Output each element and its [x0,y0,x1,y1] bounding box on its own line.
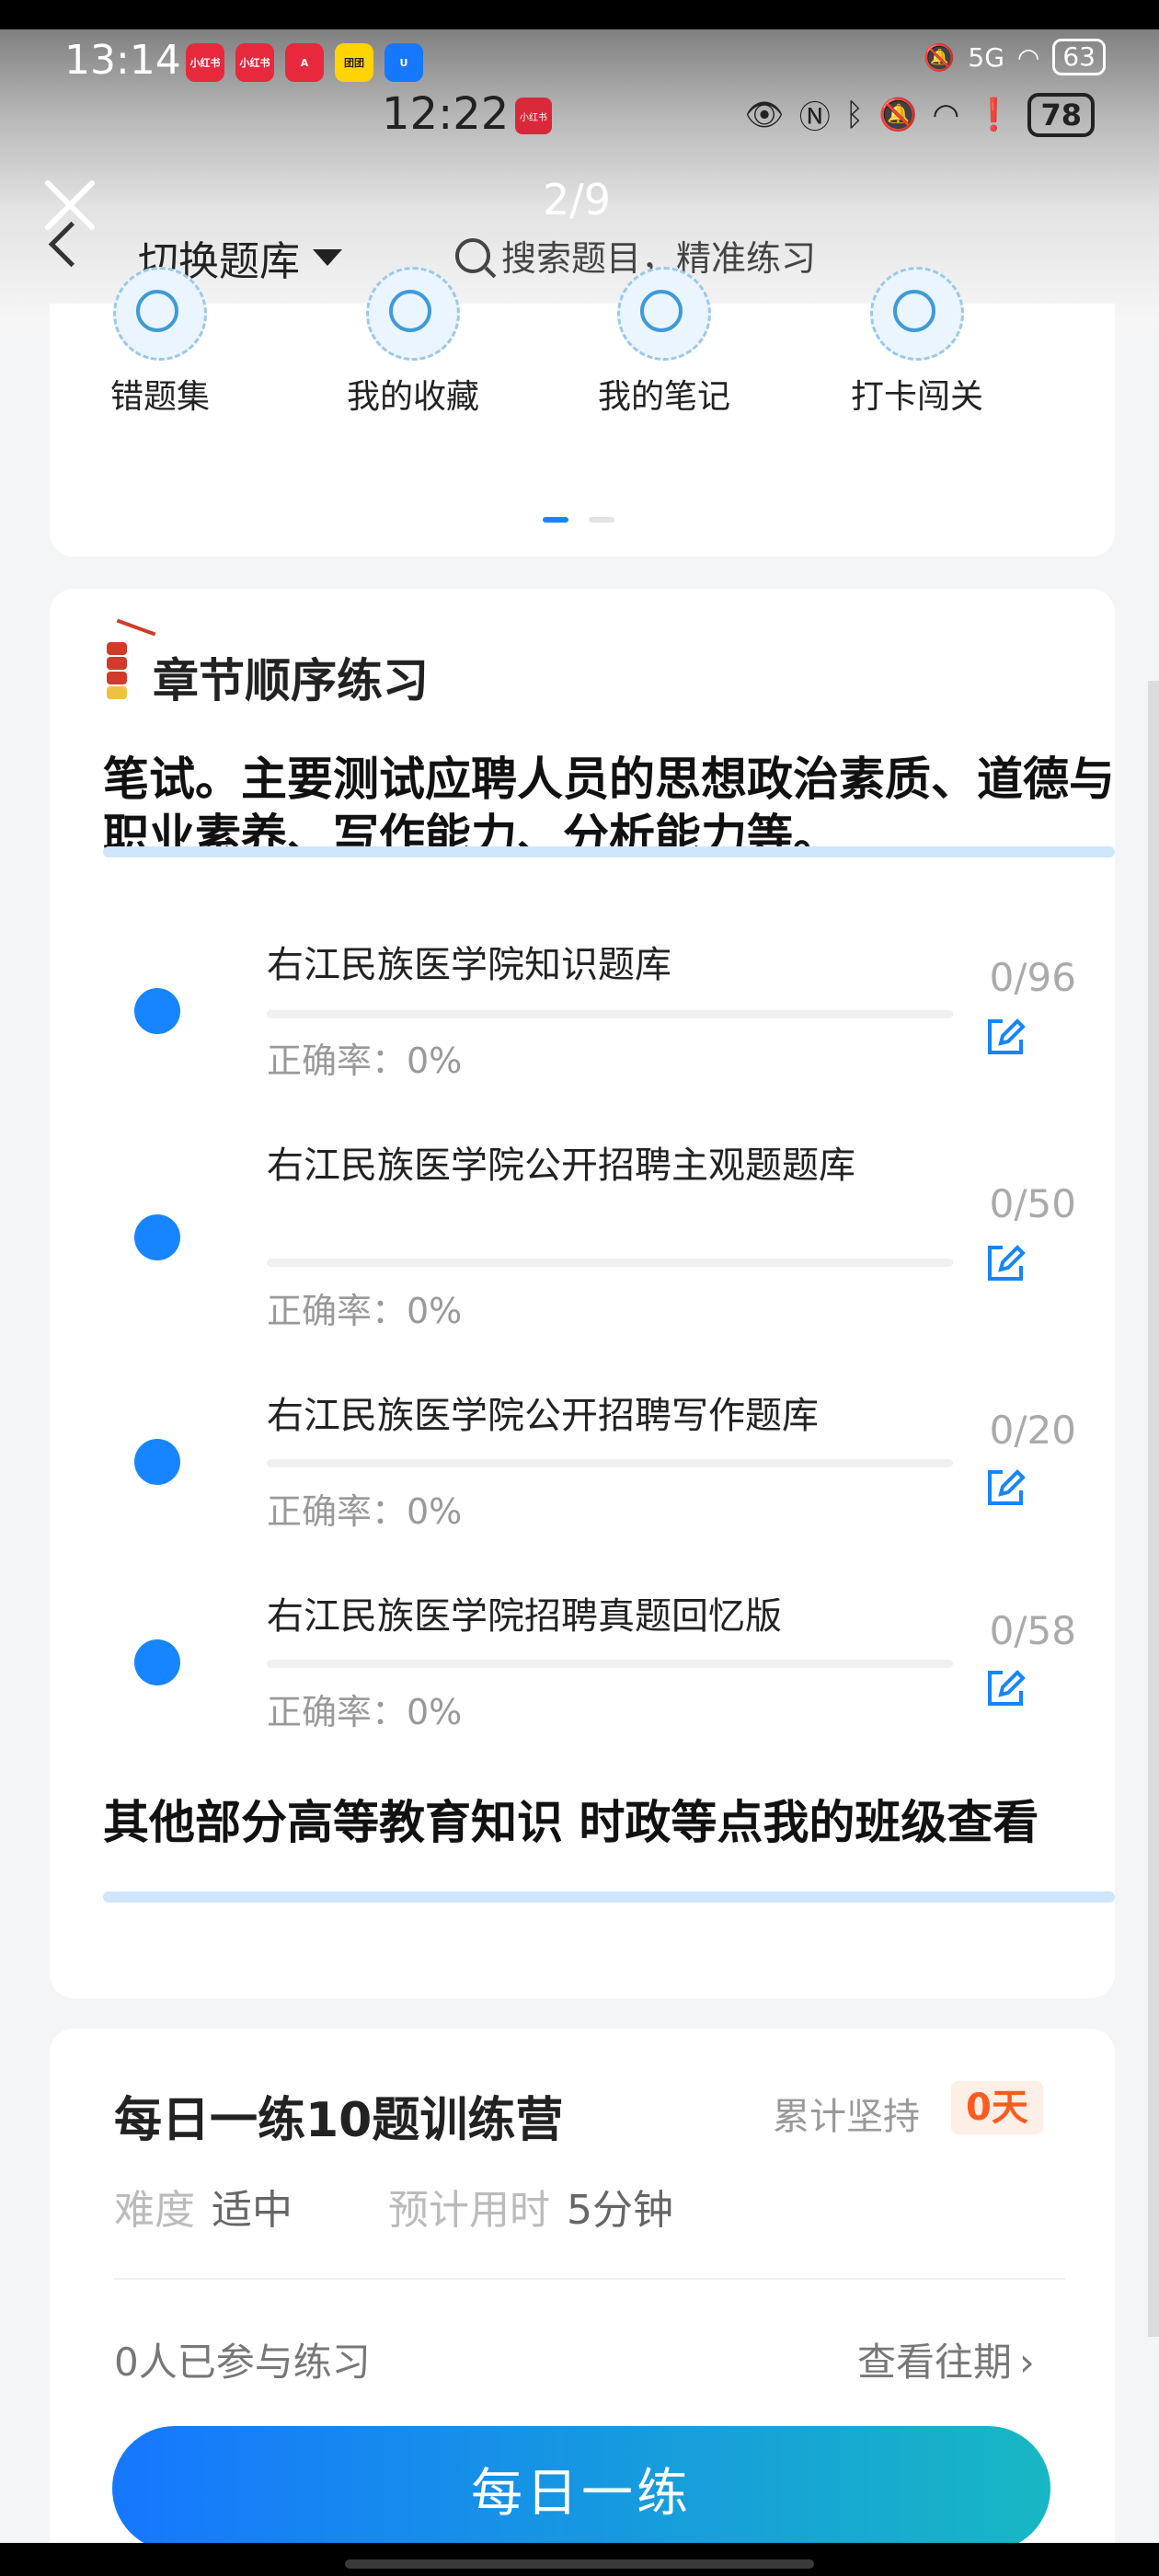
chapter-item-name[interactable]: 右江民族医学院公开招聘主观题题库 [267,1141,911,1190]
progress-bar [267,1259,953,1267]
shortcut-wrong-questions[interactable]: 错题集 [68,267,252,445]
app-badge-icon: U [384,43,423,82]
edit-icon[interactable] [984,1016,1027,1058]
chapter-item-name[interactable]: 右江民族医学院知识题库 [267,940,957,990]
inner-status-time: 12:22 [382,88,510,140]
eye-icon: 👁 [744,96,785,133]
accuracy-rate: 正确率：0% [267,1491,463,1532]
shield-heart-icon [870,267,964,361]
item-bullet [134,1439,180,1485]
progress-bar [267,1459,953,1467]
shortcut-notes[interactable]: 我的笔记 [572,267,756,445]
time-value: 5分钟 [567,2187,673,2234]
difficulty-value: 适中 [212,2187,293,2234]
inner-status-icons: 👁 Ⓝ ᛒ 🔕 ◠ ❗ 78 [745,92,1095,137]
outer-status-icons: 🔕 5G ◠ 63 [924,39,1106,75]
chapter-item-name[interactable]: 右江民族医学院招聘真题回忆版 [267,1592,957,1641]
shortcut-label: 错题集 [109,378,210,416]
view-history-link[interactable]: 查看往期 [857,2331,1035,2387]
shortcut-label: 我的笔记 [597,378,730,416]
participants-count: 0人已参与练习 [114,2340,371,2385]
pager-dot [589,517,614,523]
item-bullet [134,1214,180,1260]
search-icon [455,237,490,273]
caret-down-icon [313,249,342,266]
battery-icon: 63 [1052,39,1106,75]
chapter-item-count: 0/50 [989,1181,1076,1226]
signal-icon: 5G [968,41,1004,73]
pager-dot-active [543,517,568,523]
days-badge: 0天 [951,2081,1043,2134]
app-badge-icon: 小红书 [235,43,274,82]
wifi-icon: ◠ [1016,41,1040,73]
shortcut-checkin[interactable]: 打卡闯关 [825,267,1009,445]
wifi-icon: ◠ [932,96,960,133]
nfc-icon: Ⓝ [798,99,831,136]
chapter-title: 章节顺序练习 [153,654,429,707]
shortcut-label: 打卡闯关 [850,378,983,416]
chapter-item-count: 0/58 [989,1608,1076,1653]
accuracy-rate: 正确率：0% [267,1291,463,1331]
edit-icon[interactable] [984,1466,1027,1509]
bluetooth-icon: ᛒ [844,96,865,133]
top-black-bar [0,0,1159,29]
item-bullet [134,988,180,1034]
section-heading-other-knowledge[interactable]: 其他部分高等教育知识 时政等点我的班级查看 [103,1794,1115,1851]
time-label: 预计用时 [388,2187,550,2234]
chapter-item-name[interactable]: 右江民族医学院公开招聘写作题库 [267,1391,957,1441]
daily-practice-button[interactable]: 每日一练 [112,2426,1050,2551]
accuracy-rate: 正确率：0% [267,1692,463,1732]
chapter-item-count: 0/96 [989,955,1076,1000]
inner-app-badge-icon: 小红书 [515,98,552,134]
progress-bar [267,1660,953,1668]
estimated-time: 预计用时 5分钟 [388,2177,673,2236]
outer-status-time: 13:14 [64,37,181,84]
alert-icon: ❗ [974,96,1014,133]
app-badge-icon: A [285,43,324,82]
shortcut-label: 我的收藏 [346,378,479,416]
section-underline [103,1892,1115,1903]
item-bullet [134,1639,180,1685]
mute-icon: 🔕 [923,41,956,73]
shortcut-favorites[interactable]: 我的收藏 [321,267,505,445]
search-bar[interactable]: 搜索题目，精准练习 [455,230,816,281]
mute-icon: 🔕 [878,96,918,133]
notification-app-icons: 小红书 小红书 A 团团 U [186,43,423,82]
progress-bar [267,1010,953,1018]
divider [114,2278,1065,2280]
app-badge-icon: 团团 [335,43,373,82]
page-indicator: 2/9 [543,175,612,224]
heart-icon [366,267,460,361]
battery-icon: 78 [1027,92,1095,137]
home-indicator[interactable] [345,2559,814,2569]
note-check-icon [617,267,711,361]
scrollbar[interactable] [1148,681,1159,2337]
difficulty: 难度 适中 [114,2177,293,2236]
camp-title: 每日一练10题训练营 [114,2093,564,2148]
shortcuts-card: 错题集 我的收藏 我的笔记 打卡闯关 [50,267,1115,557]
difficulty-label: 难度 [114,2187,195,2234]
section-underline [103,846,1115,857]
pager-dots [543,517,614,523]
accuracy-rate: 正确率：0% [267,1041,463,1081]
edit-icon[interactable] [984,1242,1027,1284]
app-badge-icon: 小红书 [186,43,224,82]
edit-icon[interactable] [984,1667,1027,1709]
chapter-item-count: 0/20 [989,1408,1076,1453]
brain-icon [113,267,207,361]
persist-label: 累计坚持 [773,2096,920,2138]
